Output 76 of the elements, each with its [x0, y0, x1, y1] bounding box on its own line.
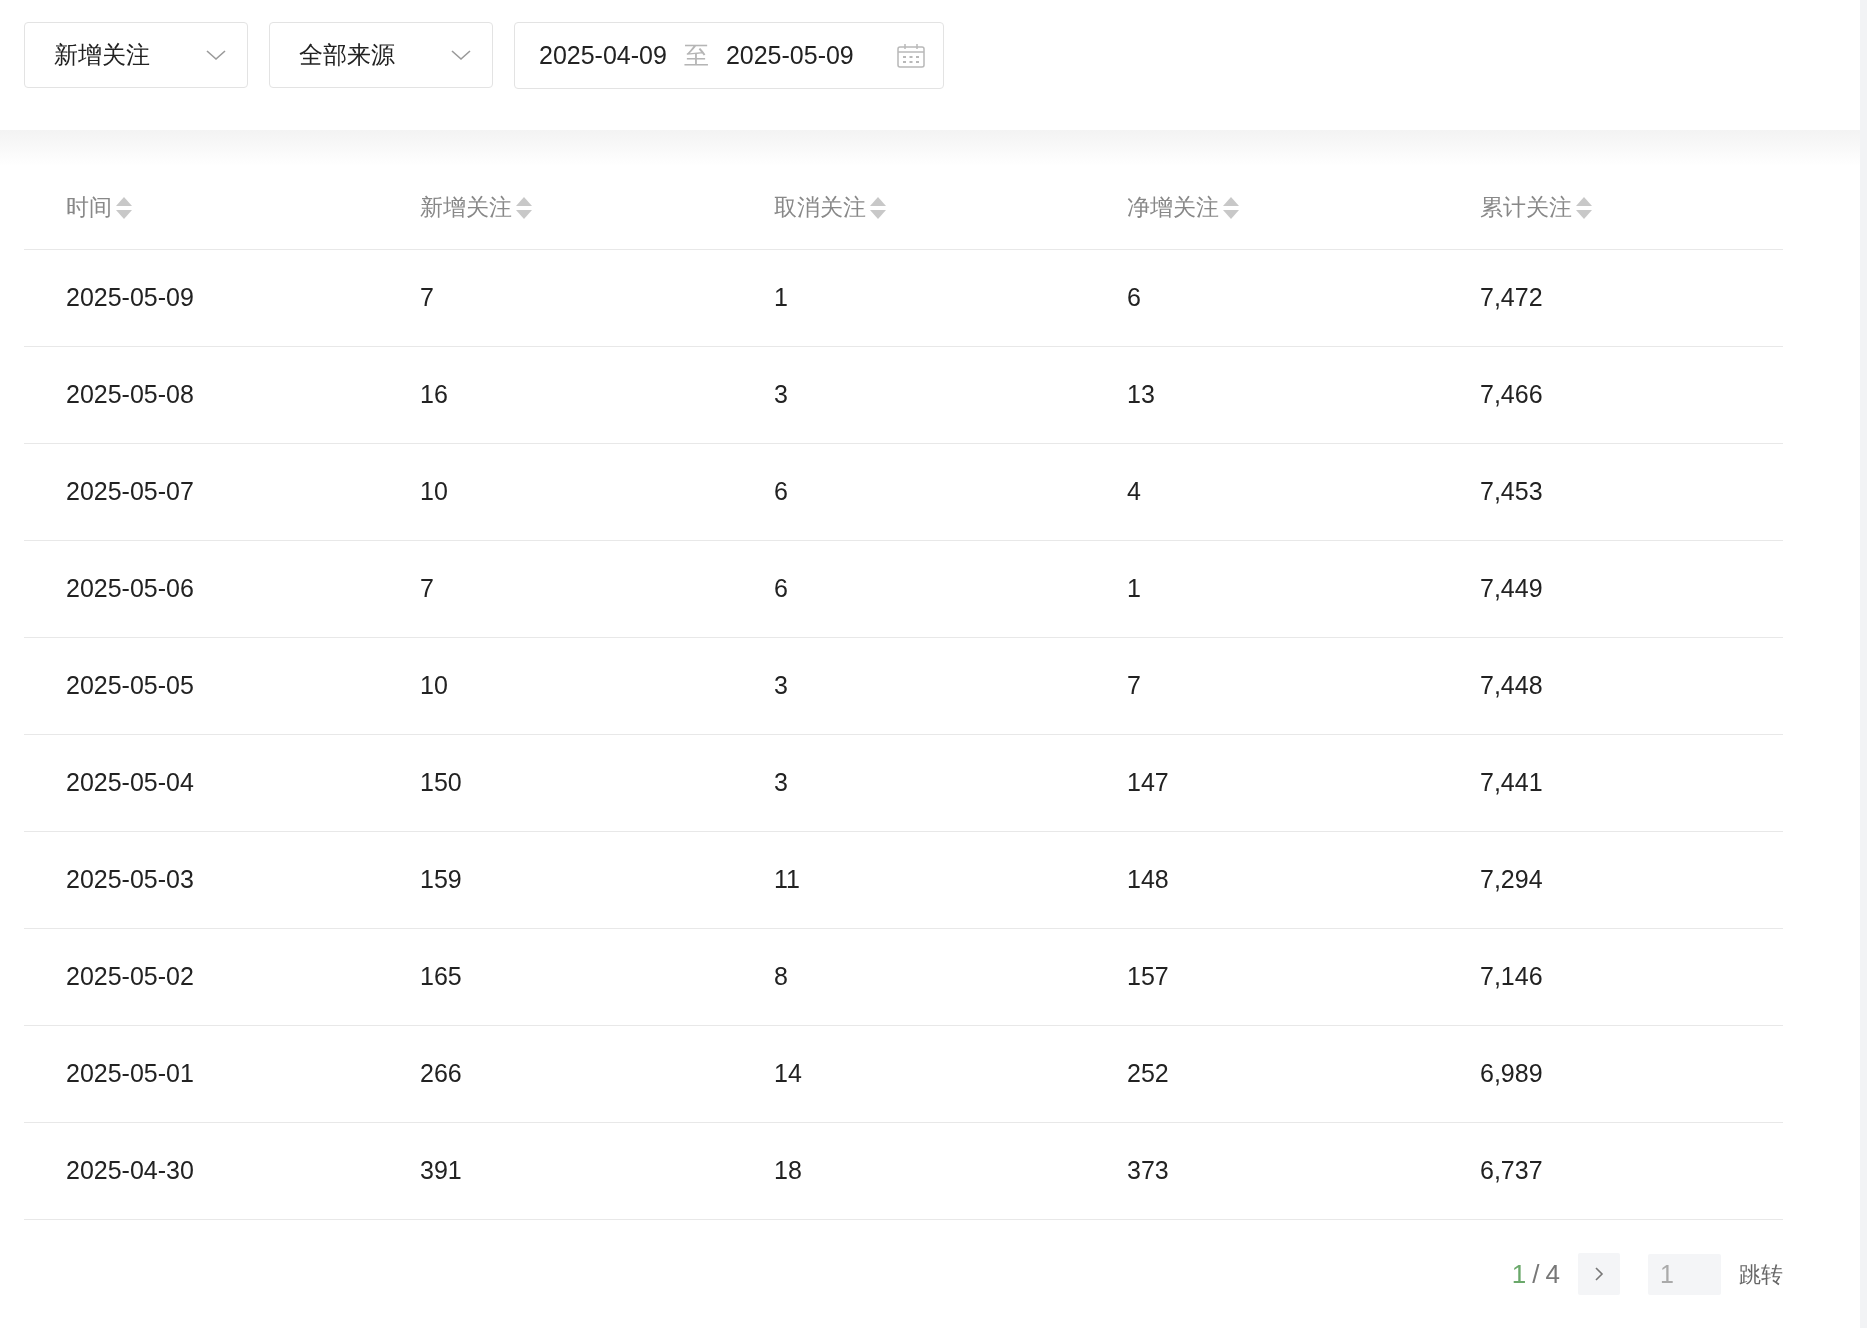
table-cell: 148 — [1127, 865, 1169, 894]
table-cell: 252 — [1127, 1059, 1169, 1088]
table-cell: 159 — [420, 865, 462, 894]
table-cell: 391 — [420, 1156, 462, 1185]
table-cell: 7,453 — [1480, 477, 1543, 506]
table-cell: 6,737 — [1480, 1156, 1543, 1185]
table-cell: 10 — [420, 477, 448, 506]
chevron-down-icon — [450, 48, 472, 62]
column-header[interactable]: 新增关注 — [420, 190, 512, 225]
table-cell: 6,989 — [1480, 1059, 1543, 1088]
table-cell: 7,449 — [1480, 574, 1543, 603]
calendar-icon[interactable] — [897, 43, 925, 68]
table-cell: 14 — [774, 1059, 802, 1088]
table-cell: 165 — [420, 962, 462, 991]
jump-button[interactable]: 跳转 — [1739, 1257, 1783, 1291]
page-input[interactable]: 1 — [1648, 1253, 1721, 1295]
metric-select[interactable]: 新增关注 — [24, 22, 248, 88]
table-cell: 3 — [774, 380, 788, 409]
source-select[interactable]: 全部来源 — [269, 22, 493, 88]
table-cell: 7,448 — [1480, 671, 1543, 700]
table-cell: 11 — [774, 865, 800, 894]
table-cell: 3 — [774, 768, 788, 797]
column-header[interactable]: 时间 — [66, 190, 112, 225]
range-separator: 至 — [683, 39, 709, 71]
table-cell: 7,466 — [1480, 380, 1543, 409]
table-cell: 2025-05-05 — [66, 671, 194, 700]
table-cell: 7 — [1127, 671, 1141, 700]
column-header[interactable]: 净增关注 — [1127, 190, 1219, 225]
table-cell: 266 — [420, 1059, 462, 1088]
table-cell: 8 — [774, 962, 788, 991]
table-cell: 4 — [1127, 477, 1141, 506]
table-cell: 10 — [420, 671, 448, 700]
sort-icon[interactable] — [115, 195, 133, 220]
table-cell: 7 — [420, 574, 434, 603]
table-cell: 157 — [1127, 962, 1169, 991]
total-pages: 4 — [1545, 1257, 1560, 1291]
table-cell: 6 — [774, 477, 788, 506]
column-header[interactable]: 取消关注 — [774, 190, 866, 225]
table-cell: 18 — [774, 1156, 802, 1185]
sort-icon[interactable] — [1575, 195, 1593, 220]
table-cell: 2025-05-01 — [66, 1059, 194, 1088]
column-header[interactable]: 累计关注 — [1480, 190, 1572, 225]
table-cell: 7,441 — [1480, 768, 1543, 797]
table-cell: 1 — [774, 283, 788, 312]
table-cell: 16 — [420, 380, 448, 409]
end-date[interactable]: 2025-05-09 — [725, 36, 854, 75]
page-separator: / — [1532, 1257, 1540, 1291]
table-cell: 7,472 — [1480, 283, 1543, 312]
table-cell: 3 — [774, 671, 788, 700]
table-cell: 2025-05-08 — [66, 380, 194, 409]
table-cell: 2025-05-09 — [66, 283, 194, 312]
table-cell: 2025-05-06 — [66, 574, 194, 603]
table-cell: 373 — [1127, 1156, 1169, 1185]
table-cell: 6 — [1127, 283, 1141, 312]
table-cell: 2025-05-03 — [66, 865, 194, 894]
table-cell: 2025-05-07 — [66, 477, 194, 506]
start-date[interactable]: 2025-04-09 — [539, 36, 667, 75]
current-page: 1 — [1511, 1257, 1527, 1291]
sort-icon[interactable] — [1222, 195, 1240, 220]
table-cell: 2025-04-30 — [66, 1156, 194, 1185]
table-cell: 6 — [774, 574, 788, 603]
table-cell: 2025-05-04 — [66, 768, 194, 797]
table-cell: 7,146 — [1480, 962, 1543, 991]
table-cell: 1 — [1127, 574, 1141, 603]
chevron-right-icon — [1594, 1266, 1604, 1282]
table-cell: 147 — [1127, 768, 1169, 797]
sort-icon[interactable] — [515, 195, 533, 220]
next-page-button[interactable] — [1578, 1253, 1620, 1295]
sort-icon[interactable] — [869, 195, 887, 220]
table-cell: 7 — [420, 283, 434, 312]
date-range-picker[interactable]: 2025-04-09 至 2025-05-09 — [514, 22, 944, 89]
table-cell: 2025-05-02 — [66, 962, 194, 991]
table-cell: 150 — [420, 768, 462, 797]
table-cell: 13 — [1127, 380, 1155, 409]
chevron-down-icon — [205, 48, 227, 62]
table-cell: 7,294 — [1480, 865, 1543, 894]
